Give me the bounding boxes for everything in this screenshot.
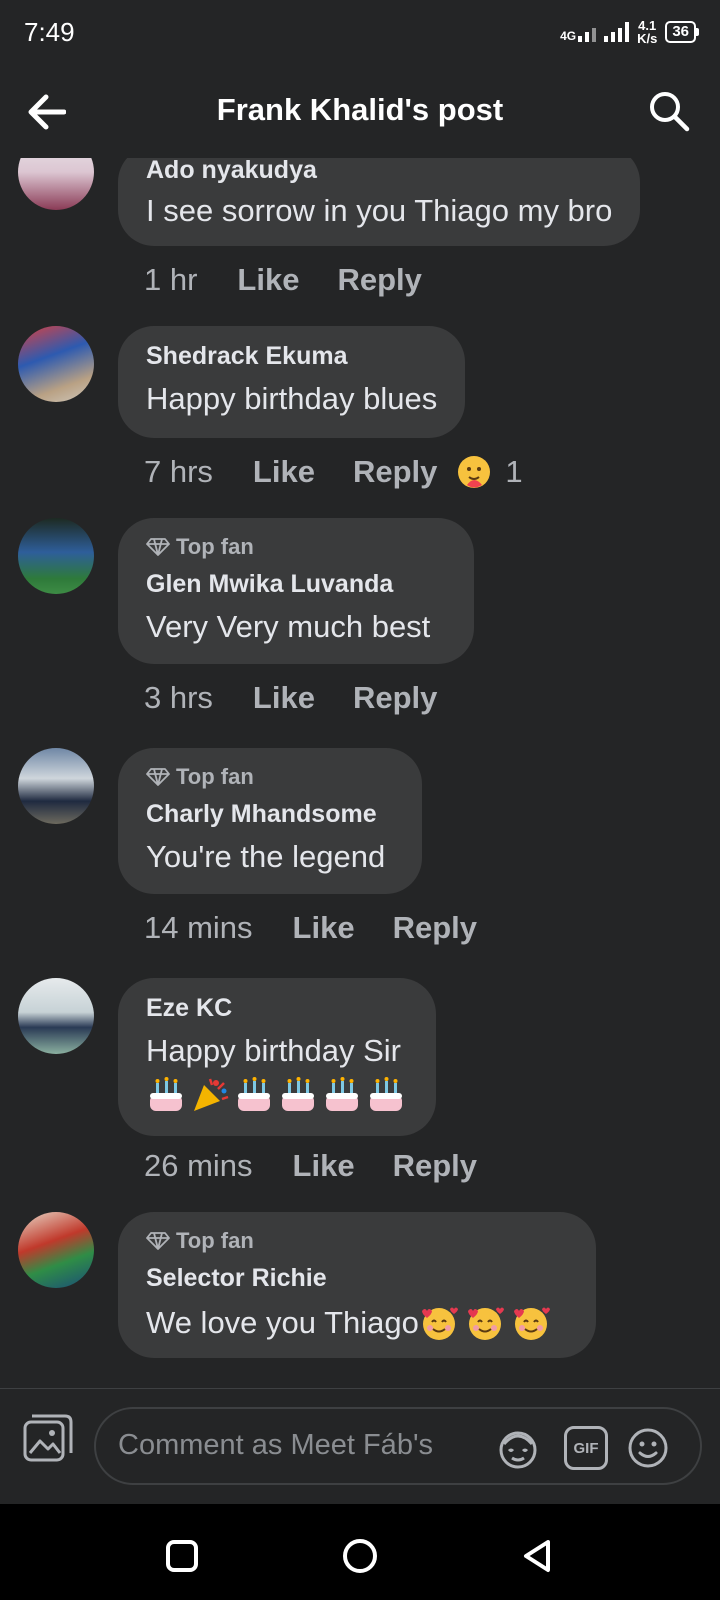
gif-icon[interactable]: GIF — [564, 1426, 608, 1470]
comment-bubble[interactable]: Shedrack Ekuma Happy birthday blues — [118, 326, 466, 438]
smiling-face-with-hearts-icon — [421, 1307, 458, 1340]
top-fan-label: Top fan — [176, 764, 254, 789]
comment-composer: Comment as Meet Fáb's GIF — [0, 1388, 720, 1485]
comment-author[interactable]: Ado nyakudya — [146, 158, 612, 185]
comment-bubble[interactable]: Ado nyakudya I see sorrow in you Thiago … — [118, 158, 641, 246]
top-fan-label: Top fan — [176, 1228, 254, 1253]
network-type-icon: 4G — [560, 22, 597, 43]
comment-meta: 1 hr Like Reply — [144, 262, 460, 298]
like-button[interactable]: Like — [237, 262, 299, 298]
like-button[interactable]: Like — [253, 680, 315, 716]
like-button[interactable]: Like — [253, 454, 315, 490]
comment-bubble[interactable]: Top fan Selector Richie We love you Thia… — [118, 1212, 596, 1358]
comment-author[interactable]: Shedrack Ekuma — [146, 342, 437, 371]
reaction-count[interactable]: 1 — [505, 454, 522, 490]
birthday-cake-icon — [370, 1077, 402, 1111]
avatar[interactable] — [18, 158, 94, 210]
emoji-row — [146, 1075, 408, 1115]
comment-author[interactable]: Glen Mwika Luvanda — [146, 570, 446, 599]
comment-time: 3 hrs — [144, 680, 213, 715]
birthday-cake-icon — [238, 1077, 270, 1111]
network-type-label: 4G — [560, 29, 577, 43]
smiling-face-with-hearts-icon — [513, 1307, 550, 1340]
reply-button[interactable]: Reply — [337, 262, 421, 298]
avatar[interactable] — [18, 1212, 94, 1288]
comment-time: 26 mins — [144, 1148, 253, 1183]
top-fan-badge: Top fan — [146, 1228, 568, 1254]
network-speed: 4.1 K/s — [637, 19, 657, 45]
network-speed-unit: K/s — [637, 31, 658, 46]
comment-author[interactable]: Selector Richie — [146, 1264, 568, 1293]
comment-meta: 26 mins Like Reply — [144, 1148, 515, 1184]
comment-bubble[interactable]: Top fan Glen Mwika Luvanda Very Very muc… — [118, 518, 474, 664]
comment-author[interactable]: Charly Mhandsome — [146, 800, 394, 829]
comment-text: I see sorrow in you Thiago my bro — [146, 193, 613, 228]
reply-button[interactable]: Reply — [353, 454, 437, 490]
diamond-icon — [146, 538, 170, 556]
back-nav-icon[interactable] — [520, 1538, 556, 1574]
avatar[interactable] — [18, 518, 94, 594]
top-fan-badge: Top fan — [146, 764, 394, 790]
diamond-icon — [146, 1232, 170, 1250]
battery-icon: 36 — [665, 21, 699, 43]
comment-time: 1 hr — [144, 262, 198, 297]
comment-input-placeholder: Comment as Meet Fáb's — [118, 1429, 433, 1461]
battery-level: 36 — [672, 23, 689, 40]
care-reaction-icon[interactable] — [457, 455, 491, 489]
diamond-icon — [146, 768, 170, 786]
comment-meta: 3 hrs Like Reply — [144, 680, 475, 716]
comment-text: We love you Thiago — [146, 1303, 568, 1343]
search-icon[interactable] — [648, 90, 690, 132]
avatar[interactable] — [18, 748, 94, 824]
party-popper-icon — [194, 1078, 229, 1111]
comment-text: You're the legend — [146, 839, 386, 874]
avatar-sticker-icon[interactable] — [496, 1426, 540, 1470]
reply-button[interactable]: Reply — [393, 910, 477, 946]
birthday-cake-icon — [326, 1077, 358, 1111]
comment-time: 7 hrs — [144, 454, 213, 489]
reply-button[interactable]: Reply — [393, 1148, 477, 1184]
emoji-icon[interactable] — [626, 1426, 670, 1470]
birthday-cake-icon — [282, 1077, 314, 1111]
signal-bars-small-icon — [578, 22, 597, 42]
comment-bubble[interactable]: Top fan Charly Mhandsome You're the lege… — [118, 748, 422, 894]
birthday-cake-icon — [150, 1077, 182, 1111]
comment-text-content: We love you Thiago — [146, 1305, 419, 1340]
photo-icon[interactable] — [22, 1413, 74, 1463]
like-button[interactable]: Like — [293, 910, 355, 946]
comment-meta: 7 hrs Like Reply 1 — [144, 454, 523, 490]
comment-author[interactable]: Eze KC — [146, 994, 408, 1023]
comment-meta: 14 mins Like Reply — [144, 910, 515, 946]
comment-bubble[interactable]: Eze KC Happy birthday Sir — [118, 978, 436, 1136]
comments-list[interactable]: Ado nyakudya I see sorrow in you Thiago … — [0, 158, 720, 1388]
status-bar: 7:49 4G 4.1 K/s 36 — [0, 0, 720, 64]
like-button[interactable]: Like — [293, 1148, 355, 1184]
home-icon[interactable] — [342, 1538, 378, 1574]
reply-button[interactable]: Reply — [353, 680, 437, 716]
post-header: Frank Khalid's post — [0, 64, 720, 160]
comment-text: Happy birthday Sir — [146, 1033, 402, 1068]
gif-label: GIF — [573, 1439, 599, 1457]
avatar[interactable] — [18, 978, 94, 1054]
signal-strength-icon — [604, 22, 630, 42]
top-fan-label: Top fan — [176, 534, 254, 559]
smiling-face-with-hearts-icon — [467, 1307, 504, 1340]
avatar[interactable] — [18, 326, 94, 402]
status-indicators: 4G 4.1 K/s 36 — [560, 19, 699, 45]
top-fan-badge: Top fan — [146, 534, 446, 560]
status-time: 7:49 — [24, 16, 75, 47]
comment-input[interactable]: Comment as Meet Fáb's GIF — [94, 1407, 702, 1485]
comment-time: 14 mins — [144, 910, 253, 945]
page-title: Frank Khalid's post — [216, 92, 504, 127]
recent-apps-icon[interactable] — [164, 1538, 200, 1574]
system-navigation-bar — [0, 1504, 720, 1600]
comment-text: Happy birthday blues — [146, 381, 438, 416]
comment-text: Very Very much best — [146, 609, 431, 644]
